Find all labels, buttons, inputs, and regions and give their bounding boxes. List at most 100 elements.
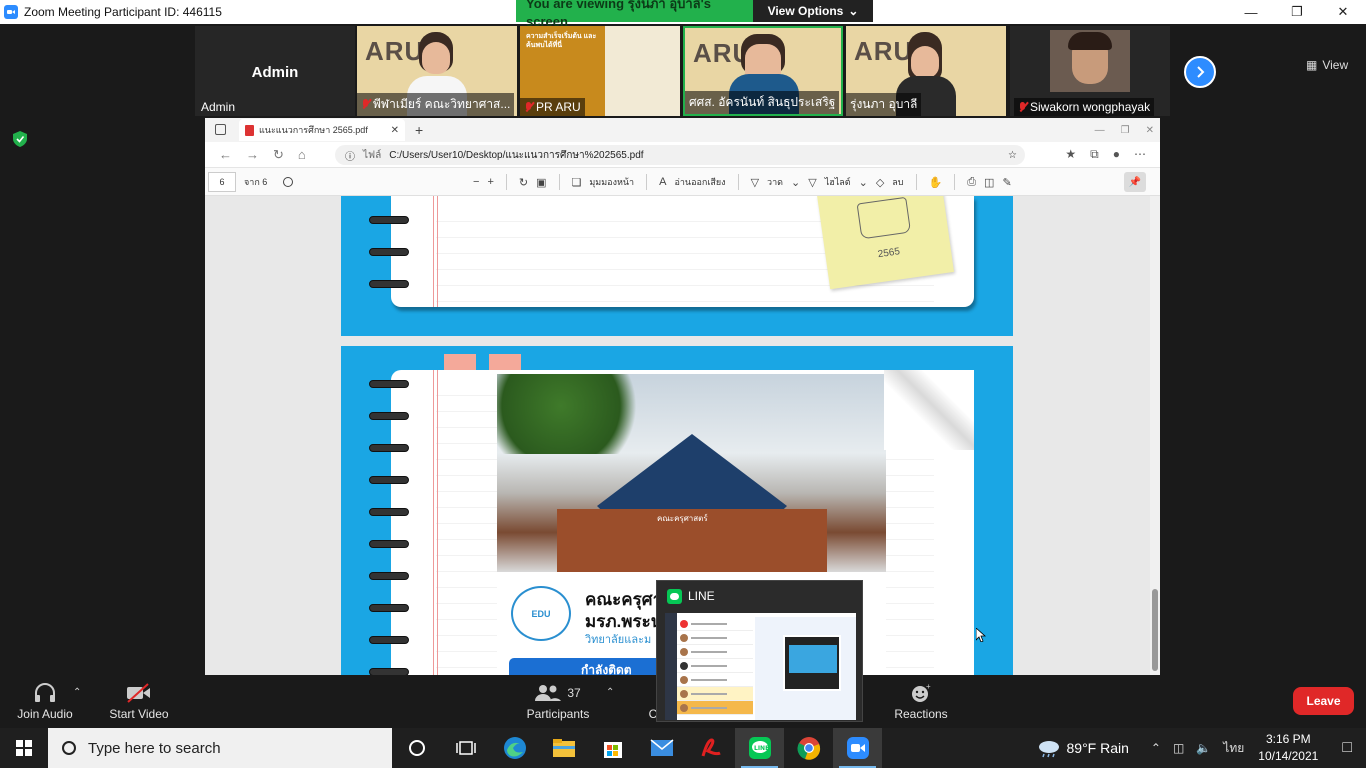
edge-browser-icon[interactable] xyxy=(490,728,539,768)
draw-icon[interactable]: ▽ xyxy=(751,176,759,189)
view-layout-button[interactable]: ▦ View xyxy=(1306,58,1348,72)
read-aloud-icon[interactable]: A xyxy=(659,176,666,188)
taskbar-search-box[interactable]: Type here to search xyxy=(48,728,392,768)
line-preview-title: LINE xyxy=(688,589,715,603)
join-audio-button[interactable]: Join Audio xyxy=(14,675,76,728)
new-tab-icon[interactable]: + xyxy=(415,122,423,138)
minimize-icon[interactable]: — xyxy=(1228,0,1274,24)
minimize-icon[interactable]: — xyxy=(1095,125,1105,136)
highlight-icon[interactable]: ▽ xyxy=(808,176,816,189)
mouse-cursor-icon xyxy=(976,628,986,642)
line-taskbar-preview[interactable]: LINE xyxy=(656,580,863,722)
save-as-icon[interactable]: ✎ xyxy=(1002,176,1011,189)
participants-button[interactable]: 37 Participants xyxy=(524,675,592,728)
save-icon[interactable]: ◫ xyxy=(984,176,994,189)
reactions-label: Reactions xyxy=(894,706,948,721)
encryption-shield-icon xyxy=(13,131,27,147)
close-icon[interactable]: ✕ xyxy=(1146,125,1154,136)
pdf-scrollbar[interactable] xyxy=(1150,196,1160,675)
page-number-input[interactable]: 6 xyxy=(208,171,236,192)
participant-tile-1[interactable]: ARU พีฬาเมียร์ คณะวิทยาศาส... xyxy=(357,26,517,116)
close-icon[interactable]: ✕ xyxy=(1320,0,1366,24)
print-icon[interactable]: ⎙ xyxy=(967,176,976,189)
chrome-icon[interactable] xyxy=(784,728,833,768)
file-scheme-label: ไฟล์ xyxy=(363,149,382,161)
rotate-icon[interactable]: ↻ xyxy=(519,176,528,189)
windows-taskbar: Type here to search LINE 89°F Rain ⌃ ◫ 🔈… xyxy=(0,728,1366,768)
tab-pdf[interactable]: แนะแนวการศึกษา 2565.pdf ✕ xyxy=(239,119,405,141)
start-video-button[interactable]: Start Video xyxy=(104,675,174,728)
pin-toolbar-icon[interactable]: 📌 xyxy=(1124,172,1146,192)
start-button[interactable] xyxy=(0,728,48,768)
participants-caret-icon[interactable]: ⌃ xyxy=(606,687,614,698)
viewing-label: You are viewing รุ่งนภา อุบาลิ's screen xyxy=(516,0,753,29)
search-placeholder: Type here to search xyxy=(88,739,221,757)
participant-tile-5[interactable]: Siwakorn wongphayak xyxy=(1010,26,1170,116)
fit-page-icon[interactable]: ▣ xyxy=(536,176,546,189)
next-page-button[interactable] xyxy=(1184,56,1216,88)
input-language-indicator[interactable]: ไทย xyxy=(1223,739,1244,758)
notebook-graphic: 2565 xyxy=(369,196,974,307)
notifications-icon[interactable]: □ xyxy=(1342,739,1352,757)
taskbar-clock[interactable]: 3:16 PM 10/14/2021 xyxy=(1258,731,1318,765)
speaker-muted-icon[interactable]: 🔈 xyxy=(1196,741,1211,755)
participant-tile-4[interactable]: ARU รุ่งนภา อุบาลี xyxy=(846,26,1006,116)
zoom-out-icon[interactable]: − xyxy=(473,176,479,188)
acrobat-icon[interactable] xyxy=(686,728,735,768)
window-title: Zoom Meeting Participant ID: 446115 xyxy=(24,5,222,19)
home-icon[interactable]: ⌂ xyxy=(298,147,306,163)
highlight-button[interactable]: ไฮไลต์ xyxy=(825,175,851,189)
participant-name-label: พีฬาเมียร์ คณะวิทยาศาส... xyxy=(357,93,515,116)
forward-icon[interactable]: → xyxy=(246,147,259,163)
zoom-taskbar-icon[interactable] xyxy=(833,728,882,768)
microsoft-store-icon[interactable] xyxy=(588,728,637,768)
tab-actions-icon[interactable] xyxy=(215,124,226,135)
pdf-file-icon xyxy=(245,124,254,136)
refresh-icon[interactable]: ↻ xyxy=(273,147,284,163)
chevron-down-icon[interactable]: ⌄ xyxy=(791,176,800,189)
touch-icon[interactable]: ✋ xyxy=(929,176,943,189)
weather-widget[interactable]: 89°F Rain xyxy=(1037,738,1129,758)
close-tab-icon[interactable]: ✕ xyxy=(391,125,399,136)
line-app-taskbar-icon[interactable]: LINE xyxy=(735,728,784,768)
back-icon[interactable]: ← xyxy=(219,147,232,163)
url-field[interactable]: ⓘ ไฟล์ C:/Users/User10/Desktop/แนะแนวการ… xyxy=(335,145,1025,165)
participant-tile-2[interactable]: ความสำเร็จเริ่มต้น และค้นพบได้ที่นี่ PR … xyxy=(520,26,680,116)
screen: Zoom Meeting Participant ID: 446115 — ❐ … xyxy=(0,0,1366,768)
more-options-icon[interactable]: ⋯ xyxy=(1134,147,1146,162)
eraser-icon[interactable]: ◇ xyxy=(876,176,884,189)
file-explorer-icon[interactable] xyxy=(539,728,588,768)
book-icon xyxy=(856,196,912,240)
restore-icon[interactable]: ❐ xyxy=(1274,0,1320,24)
favorite-star-icon[interactable]: ☆ xyxy=(1008,150,1017,161)
erase-button[interactable]: ลบ xyxy=(892,175,903,189)
network-icon[interactable]: ◫ xyxy=(1173,741,1184,755)
reactions-button[interactable]: + Reactions xyxy=(888,675,954,728)
building-sign: คณะครุศาสตร์ xyxy=(657,514,708,523)
participant-tile-admin[interactable]: Admin Admin xyxy=(195,26,355,116)
page-view-button[interactable]: มุมมองหน้า xyxy=(589,175,634,189)
chevron-down-icon: ⌄ xyxy=(848,4,859,18)
restore-icon[interactable]: ❐ xyxy=(1121,125,1130,136)
mail-icon[interactable] xyxy=(637,728,686,768)
grid-icon: ▦ xyxy=(1306,58,1318,72)
participant-name-label: PR ARU xyxy=(520,98,585,116)
participant-tile-3[interactable]: ARU ศศส. อัครนันท์ สินธุประเสริฐ xyxy=(683,26,843,116)
leave-button[interactable]: Leave xyxy=(1293,687,1354,715)
read-aloud-button[interactable]: อ่านออกเสียง xyxy=(674,175,725,189)
collections-icon[interactable]: ⧉ xyxy=(1090,147,1099,162)
favorites-icon[interactable]: ★ xyxy=(1065,147,1076,162)
chevron-up-icon[interactable]: ⌃ xyxy=(1151,741,1161,755)
chevron-down-icon[interactable]: ⌄ xyxy=(859,176,868,189)
task-view-icon[interactable] xyxy=(441,728,490,768)
audio-options-caret-icon[interactable]: ⌃ xyxy=(73,687,81,698)
view-options-button[interactable]: View Options ⌄ xyxy=(753,0,873,22)
browser-window-controls: — ❐ ✕ xyxy=(1095,118,1154,142)
zoom-in-icon[interactable]: + xyxy=(487,176,493,188)
profile-avatar[interactable]: ● xyxy=(1113,147,1120,162)
search-icon[interactable] xyxy=(283,176,294,187)
svg-text:+: + xyxy=(926,683,931,691)
page-view-icon[interactable]: ❏ xyxy=(572,176,582,189)
cortana-icon[interactable] xyxy=(392,728,441,768)
draw-button[interactable]: วาด xyxy=(767,175,783,189)
